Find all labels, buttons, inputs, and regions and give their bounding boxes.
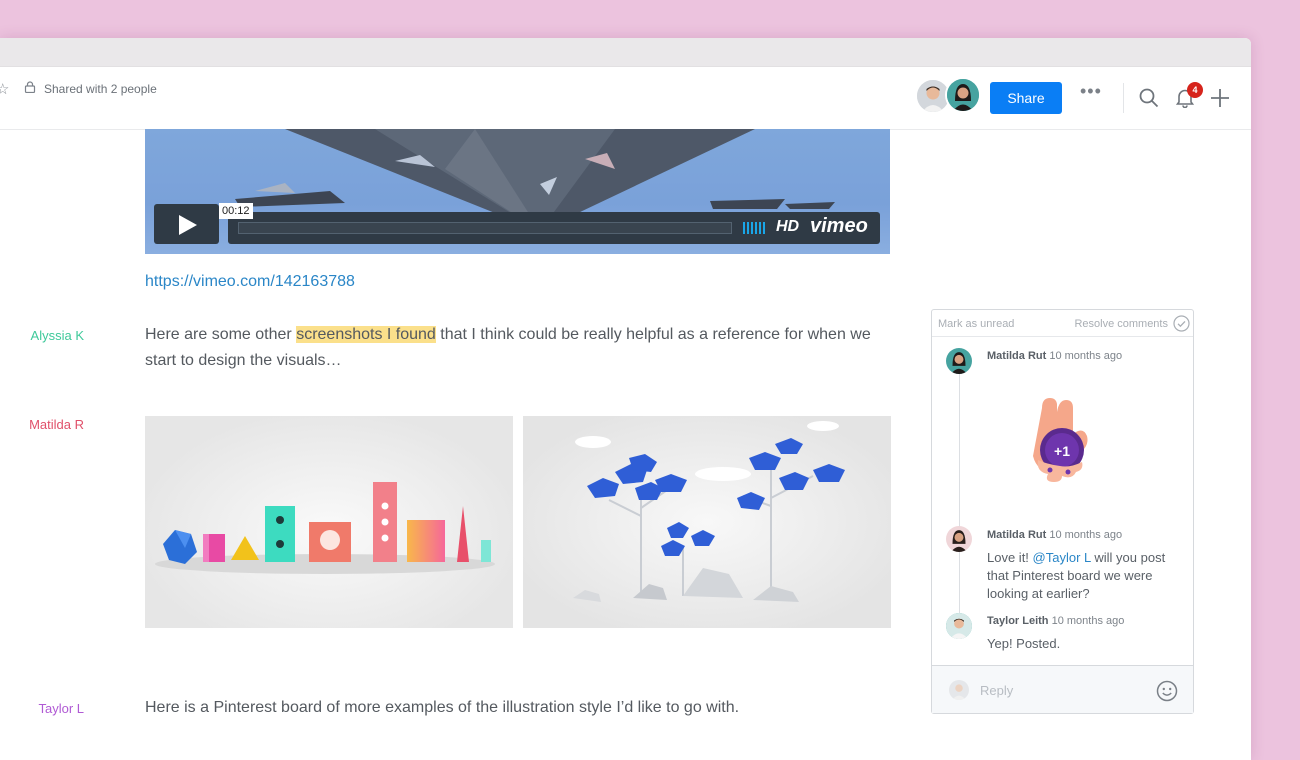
comment-meta: Taylor Leith 10 months ago [987,615,1124,627]
video-link[interactable]: https://vimeo.com/142163788 [145,273,355,291]
hd-toggle[interactable]: HD [776,218,799,236]
notification-badge: 4 [1187,82,1203,98]
comment-body: Love it! [987,550,1033,565]
comment-meta: Matilda Rut 10 months ago [987,529,1122,541]
comments-header: Mark as unread Resolve comments [932,310,1193,337]
comments-panel: Mark as unread Resolve comments Matilda … [931,309,1194,714]
play-icon [179,215,197,235]
star-icon[interactable]: ☆ [0,80,9,98]
avatar[interactable] [945,77,981,113]
search-icon[interactable] [1139,88,1159,108]
avatar [946,526,972,552]
paragraph: Here are some other screenshots I found … [145,322,885,374]
sticker-label: +1 [1054,443,1070,459]
divider [1123,83,1124,113]
sharing-status[interactable]: Shared with 2 people [44,82,157,96]
thumbs-up-sticker: +1 [1033,398,1088,482]
comment-author: Matilda Rut [987,529,1047,541]
person-icon [946,613,972,639]
avatar [949,680,969,700]
mark-unread-button[interactable]: Mark as unread [938,318,1014,330]
title-bar [0,38,1251,67]
paper-window: ☆ Shared with 2 people Share ••• 4 00:12… [0,38,1251,760]
paragraph: Here is a Pinterest board of more exampl… [145,699,740,716]
comment-text: Love it! @Taylor L will you post that Pi… [987,549,1177,603]
video-time: 00:12 [219,203,253,219]
comment-time: 10 months ago [1049,350,1123,362]
avatar [946,613,972,639]
emoji-icon[interactable] [1156,680,1178,702]
lock-icon [24,81,36,93]
author-label: Taylor L [38,701,84,716]
person-icon [952,684,966,700]
vimeo-logo[interactable]: vimeo [810,215,868,238]
person-icon [947,79,979,111]
thread-line [959,360,960,620]
resolve-comments-button[interactable]: Resolve comments [1074,318,1168,330]
trees-image[interactable] [523,416,891,628]
check-circle-icon[interactable] [1173,315,1190,332]
shapes-illustration [155,482,495,574]
author-label: Alyssia K [30,328,84,343]
doc-toolbar: ☆ Shared with 2 people Share ••• 4 [0,67,1251,130]
mention-link[interactable]: @Taylor L [1033,550,1091,565]
comment-author: Matilda Rut [987,350,1047,362]
comment-author: Taylor Leith [987,615,1049,627]
shapes-image[interactable] [145,416,513,628]
avatar [946,348,972,374]
more-icon[interactable]: ••• [1080,81,1102,102]
person-icon [950,530,968,552]
person-icon [950,352,968,374]
highlighted-text[interactable]: screenshots I found [296,326,436,343]
author-label: Matilda R [29,417,84,432]
plus-icon[interactable] [1210,88,1230,108]
reply-area [932,665,1193,713]
comment-meta: Matilda Rut 10 months ago [987,350,1122,362]
comment-text: Yep! Posted. [987,636,1061,651]
comment-time: 10 months ago [1049,529,1123,541]
volume-icon[interactable] [743,222,767,234]
trees-illustration [573,421,845,602]
reply-input[interactable] [980,680,1140,700]
video-progress[interactable] [238,222,732,234]
share-button[interactable]: Share [990,82,1062,114]
comment-time: 10 months ago [1051,615,1125,627]
paragraph-text: Here are some other [145,326,297,343]
